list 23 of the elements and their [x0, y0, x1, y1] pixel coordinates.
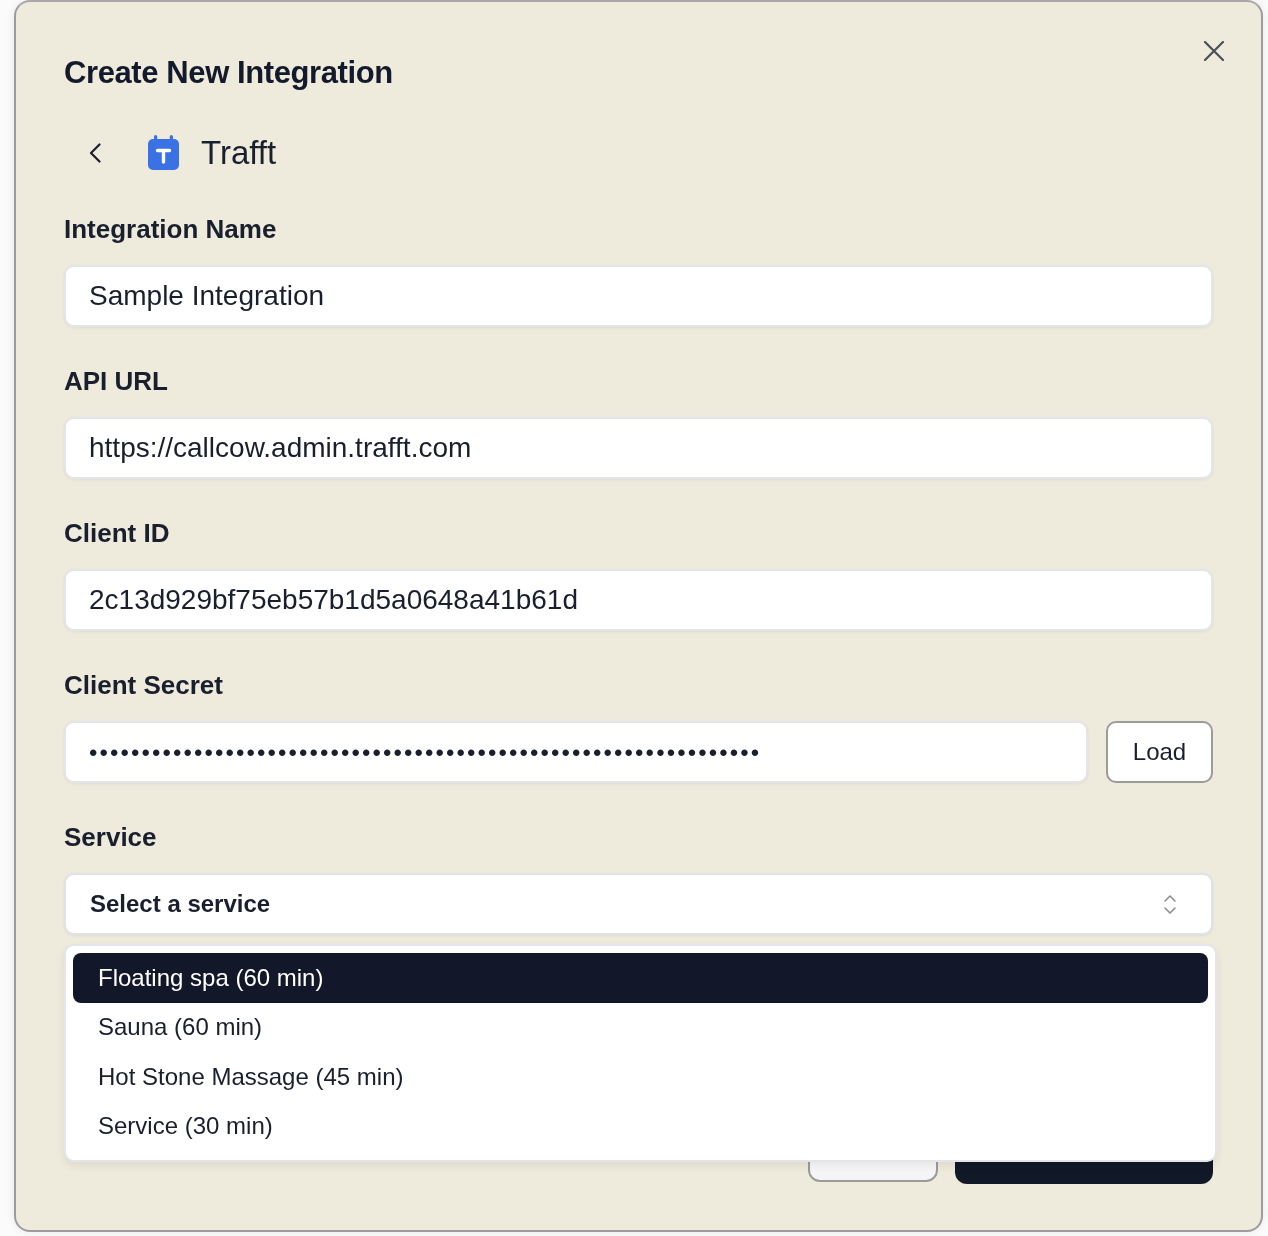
field-label: Integration Name — [64, 214, 277, 244]
calendar-icon — [148, 134, 179, 170]
text-field[interactable]: Sample Integration — [64, 265, 1213, 327]
password-field[interactable]: •••••••••••••••••••••••••••••••••••••••••••••••••••••••••••••••• — [64, 721, 1088, 783]
back-button[interactable] — [88, 142, 102, 164]
dialog-title: Create New Integration — [64, 54, 393, 92]
close-button[interactable] — [1203, 40, 1225, 62]
dropdown-option[interactable]: Floating spa (60 min) — [73, 953, 1208, 1003]
integration-name: Trafft — [201, 133, 277, 173]
field-label: API URL — [64, 366, 168, 396]
select-field[interactable]: Select a service — [64, 873, 1213, 935]
close-icon — [1204, 41, 1224, 61]
text-field[interactable]: 2c13d929bf75eb57b1d5a0648a41b61d — [64, 569, 1213, 631]
chevron-up-down-icon — [1163, 893, 1177, 915]
dropdown-option[interactable]: Hot Stone Massage (45 min) — [73, 1052, 1208, 1102]
text-field[interactable]: https://callcow.admin.trafft.com — [64, 417, 1213, 479]
dropdown-option[interactable]: Sauna (60 min) — [73, 1002, 1208, 1052]
chevron-left-icon — [89, 143, 101, 163]
dropdown-option[interactable]: Service (30 min) — [73, 1101, 1208, 1151]
field-label: Client Secret — [64, 670, 223, 700]
field-label: Client ID — [64, 518, 170, 548]
field-label: Service — [64, 822, 157, 852]
load-button[interactable]: Load — [1106, 721, 1213, 783]
